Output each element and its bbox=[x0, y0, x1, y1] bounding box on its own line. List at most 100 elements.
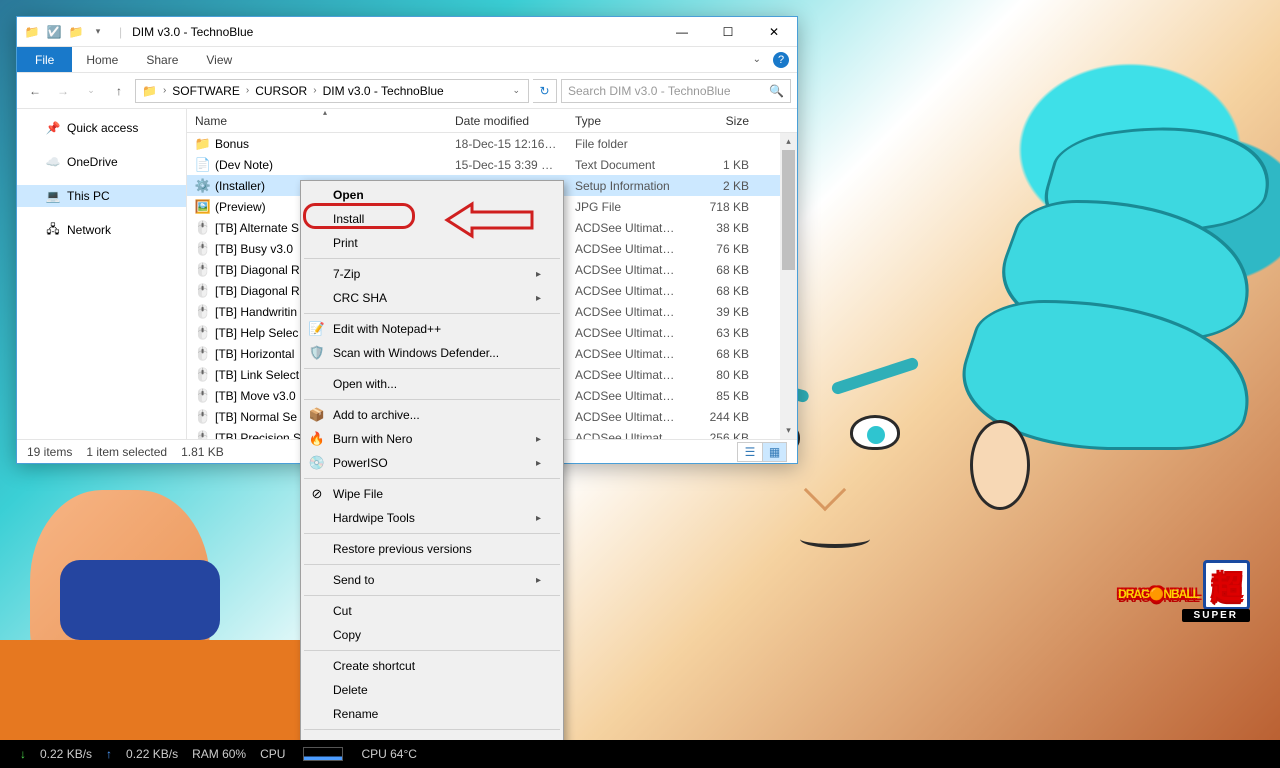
scroll-up-icon[interactable]: ▴ bbox=[780, 133, 797, 150]
breadcrumb-dropdown-icon[interactable]: ⌄ bbox=[506, 85, 526, 96]
share-tab[interactable]: Share bbox=[132, 47, 192, 72]
cloud-icon: ☁️ bbox=[45, 154, 61, 170]
file-size: 68 KB bbox=[687, 347, 757, 361]
back-button[interactable]: ← bbox=[23, 79, 47, 103]
column-name[interactable]: ▴Name bbox=[187, 109, 447, 132]
chevron-right-icon[interactable]: › bbox=[313, 85, 316, 96]
column-type[interactable]: Type bbox=[567, 109, 687, 132]
nav-network[interactable]: 🖧 Network bbox=[17, 219, 186, 241]
cur-icon: 🖱️ bbox=[195, 241, 211, 257]
cur-icon: 🖱️ bbox=[195, 220, 211, 236]
cur-icon: 🖱️ bbox=[195, 430, 211, 440]
close-button[interactable]: ✕ bbox=[751, 17, 797, 47]
vertical-scrollbar[interactable]: ▴▾ bbox=[780, 133, 797, 439]
cur-icon: 🖱️ bbox=[195, 283, 211, 299]
chevron-right-icon: ▸ bbox=[536, 293, 541, 304]
nav-this-pc[interactable]: 💻This PC bbox=[17, 185, 186, 207]
column-headers: ▴Name Date modified Type Size bbox=[187, 109, 797, 133]
forward-button[interactable]: → bbox=[51, 79, 75, 103]
file-size: 1 KB bbox=[687, 158, 757, 172]
chevron-right-icon[interactable]: › bbox=[163, 85, 166, 96]
menu-send-to[interactable]: Send to▸ bbox=[303, 568, 561, 592]
file-row[interactable]: 📁Bonus18-Dec-15 12:16 AMFile folder bbox=[187, 133, 797, 154]
menu-notepad[interactable]: 📝Edit with Notepad++ bbox=[303, 317, 561, 341]
scroll-down-icon[interactable]: ▾ bbox=[780, 422, 797, 439]
breadcrumb-current[interactable]: DIM v3.0 - TechnoBlue bbox=[319, 84, 448, 98]
menu-delete[interactable]: Delete bbox=[303, 678, 561, 702]
file-size: 2 KB bbox=[687, 179, 757, 193]
icons-view-button[interactable]: ▦ bbox=[762, 443, 786, 461]
new-folder-icon[interactable]: 📁 bbox=[67, 23, 85, 41]
properties-icon[interactable]: ☑️ bbox=[45, 23, 63, 41]
search-input[interactable]: Search DIM v3.0 - TechnoBlue 🔍 bbox=[561, 79, 791, 103]
menu-nero[interactable]: 🔥Burn with Nero▸ bbox=[303, 427, 561, 451]
network-icon: 🖧 bbox=[45, 222, 61, 238]
breadcrumb-bar[interactable]: 📁 › SOFTWARE › CURSOR › DIM v3.0 - Techn… bbox=[135, 79, 529, 103]
column-date[interactable]: Date modified bbox=[447, 109, 567, 132]
file-type: ACDSee Ultimate ... bbox=[567, 347, 687, 361]
column-size[interactable]: Size bbox=[687, 109, 757, 132]
menu-add-archive[interactable]: 📦Add to archive... bbox=[303, 403, 561, 427]
file-name: [TB] Handwritin bbox=[215, 305, 297, 319]
qat-dropdown-icon[interactable]: ▾ bbox=[89, 23, 107, 41]
file-tab[interactable]: File bbox=[17, 47, 72, 72]
file-size: 718 KB bbox=[687, 200, 757, 214]
ram-usage: RAM 60% bbox=[192, 747, 246, 761]
breadcrumb-software[interactable]: SOFTWARE bbox=[168, 84, 244, 98]
chevron-right-icon: ▸ bbox=[536, 269, 541, 280]
file-type: ACDSee Ultimate ... bbox=[567, 368, 687, 382]
menu-separator bbox=[304, 650, 560, 651]
titlebar-separator: | bbox=[113, 25, 128, 39]
menu-cut[interactable]: Cut bbox=[303, 599, 561, 623]
details-view-button[interactable]: ☰ bbox=[738, 443, 762, 461]
chevron-right-icon[interactable]: › bbox=[246, 85, 249, 96]
nav-quick-access[interactable]: 📌Quick access bbox=[17, 117, 186, 139]
chevron-right-icon: ▸ bbox=[536, 575, 541, 586]
menu-install[interactable]: Install bbox=[303, 207, 561, 231]
expand-ribbon-icon[interactable]: ⌄ bbox=[753, 54, 761, 65]
file-type: ACDSee Ultimate ... bbox=[567, 326, 687, 340]
menu-print[interactable]: Print bbox=[303, 231, 561, 255]
menu-crc-sha[interactable]: CRC SHA▸ bbox=[303, 286, 561, 310]
menu-shortcut[interactable]: Create shortcut bbox=[303, 654, 561, 678]
menu-wipe[interactable]: ⊘Wipe File bbox=[303, 482, 561, 506]
breadcrumb-cursor[interactable]: CURSOR bbox=[251, 84, 311, 98]
maximize-button[interactable]: ☐ bbox=[705, 17, 751, 47]
menu-rename[interactable]: Rename bbox=[303, 702, 561, 726]
menu-7zip[interactable]: 7-Zip▸ bbox=[303, 262, 561, 286]
folder-icon: 📁 bbox=[23, 23, 41, 41]
status-size: 1.81 KB bbox=[181, 445, 224, 459]
folder-icon: 📁 bbox=[195, 136, 211, 152]
menu-poweriso[interactable]: 💿PowerISO▸ bbox=[303, 451, 561, 475]
cpu-temp: CPU 64°C bbox=[361, 747, 416, 761]
up-button[interactable]: ↑ bbox=[107, 79, 131, 103]
menu-restore[interactable]: Restore previous versions bbox=[303, 537, 561, 561]
menu-defender[interactable]: 🛡️Scan with Windows Defender... bbox=[303, 341, 561, 365]
view-tab[interactable]: View bbox=[192, 47, 246, 72]
upload-speed: 0.22 KB/s bbox=[126, 747, 178, 761]
folder-icon: 📁 bbox=[138, 84, 161, 98]
taskbar[interactable]: ↓ 0.22 KB/s ↑ 0.22 KB/s RAM 60% CPU CPU … bbox=[0, 740, 1280, 768]
download-icon: ↓ bbox=[20, 747, 26, 761]
home-tab[interactable]: Home bbox=[72, 47, 132, 72]
file-name: [TB] Busy v3.0 bbox=[215, 242, 293, 256]
cpu-graph-icon bbox=[303, 747, 343, 761]
recent-dropdown[interactable]: ⌄ bbox=[79, 79, 103, 103]
menu-open[interactable]: Open bbox=[303, 183, 561, 207]
notepad-icon: 📝 bbox=[309, 321, 325, 337]
file-name: [TB] Move v3.0 bbox=[215, 389, 296, 403]
file-size: 85 KB bbox=[687, 389, 757, 403]
menu-copy[interactable]: Copy bbox=[303, 623, 561, 647]
refresh-button[interactable]: ↻ bbox=[533, 79, 557, 103]
poweriso-icon: 💿 bbox=[309, 455, 325, 471]
file-type: ACDSee Ultimate ... bbox=[567, 221, 687, 235]
logo-subtitle: SUPER bbox=[1182, 609, 1250, 622]
menu-open-with[interactable]: Open with... bbox=[303, 372, 561, 396]
nav-onedrive[interactable]: ☁️OneDrive bbox=[17, 151, 186, 173]
nav-label: Network bbox=[67, 223, 111, 237]
minimize-button[interactable]: — bbox=[659, 17, 705, 47]
titlebar[interactable]: 📁 ☑️ 📁 ▾ | DIM v3.0 - TechnoBlue — ☐ ✕ bbox=[17, 17, 797, 47]
help-icon[interactable]: ? bbox=[773, 52, 789, 68]
menu-hardwipe[interactable]: Hardwipe Tools▸ bbox=[303, 506, 561, 530]
file-row[interactable]: 📄(Dev Note)15-Dec-15 3:39 PMText Documen… bbox=[187, 154, 797, 175]
